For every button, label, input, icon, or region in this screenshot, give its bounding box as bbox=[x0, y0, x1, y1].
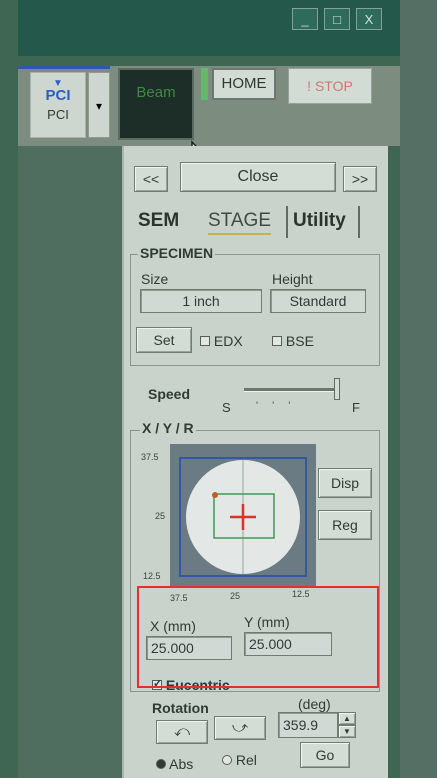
rel-option[interactable]: Rel bbox=[222, 752, 257, 768]
origin-marker bbox=[212, 492, 218, 498]
tab-utility[interactable]: Utility bbox=[293, 210, 346, 232]
edx-label: EDX bbox=[213, 333, 243, 349]
height-field[interactable]: Standard bbox=[270, 289, 366, 313]
rotation-field[interactable]: 359.9 bbox=[278, 712, 338, 738]
set-button[interactable]: Set bbox=[136, 327, 192, 353]
abs-radio[interactable] bbox=[156, 759, 166, 769]
xyr-title: X / Y / R bbox=[140, 420, 196, 436]
edx-checkbox[interactable] bbox=[200, 336, 210, 346]
disp-button[interactable]: Disp bbox=[318, 468, 372, 498]
pci-label: PCI bbox=[47, 107, 69, 122]
speed-slider-track[interactable] bbox=[244, 388, 336, 392]
size-label: Size bbox=[141, 271, 169, 287]
workspace-area bbox=[18, 146, 122, 778]
speed-fast-label: F bbox=[352, 400, 360, 415]
bse-checkbox[interactable] bbox=[272, 336, 282, 346]
chevron-up-icon: ▲ bbox=[343, 714, 351, 723]
rotate-ccw-icon: ⤺ bbox=[173, 723, 191, 740]
minimize-button[interactable]: _ bbox=[292, 8, 318, 30]
toolbar-accent-line bbox=[18, 66, 110, 69]
y-tick-label: 25 bbox=[155, 511, 166, 521]
desktop-edge bbox=[400, 0, 437, 778]
y-tick-label: 12.5 bbox=[143, 571, 161, 581]
rel-radio[interactable] bbox=[222, 755, 232, 765]
stop-button[interactable]: ! STOP bbox=[288, 68, 372, 104]
tab-divider bbox=[358, 206, 360, 238]
size-field[interactable]: 1 inch bbox=[140, 289, 262, 313]
abs-label: Abs bbox=[169, 756, 194, 772]
rotation-unit-label: (deg) bbox=[298, 696, 331, 712]
speed-label: Speed bbox=[148, 386, 191, 402]
tab-divider bbox=[286, 206, 288, 238]
speed-slider-thumb[interactable] bbox=[334, 378, 340, 400]
home-indicator bbox=[201, 68, 208, 100]
home-button[interactable]: HOME bbox=[212, 68, 276, 100]
speed-ticks: ''' bbox=[256, 400, 305, 412]
rotation-up-button[interactable]: ▲ bbox=[338, 712, 356, 725]
pci-icon: ▼ PCI bbox=[45, 78, 71, 104]
chevron-down-icon: ▼ bbox=[343, 727, 351, 736]
highlight-box bbox=[137, 586, 379, 688]
beam-button[interactable]: Beam bbox=[118, 68, 194, 140]
rel-label: Rel bbox=[235, 752, 257, 768]
tab-stage[interactable]: STAGE bbox=[208, 210, 271, 235]
tab-sem[interactable]: SEM bbox=[138, 210, 179, 232]
height-label: Height bbox=[272, 271, 313, 287]
pci-button[interactable]: ▼ PCI PCI bbox=[30, 72, 86, 138]
edx-option[interactable]: EDX bbox=[200, 333, 243, 349]
rotation-label: Rotation bbox=[152, 700, 209, 716]
chevron-down-icon: ▾ bbox=[95, 99, 103, 113]
y-tick-label: 37.5 bbox=[141, 452, 159, 462]
maximize-button[interactable]: □ bbox=[324, 8, 350, 30]
bse-option[interactable]: BSE bbox=[272, 333, 314, 349]
rotate-cw-button[interactable]: ⤻ bbox=[214, 716, 266, 740]
next-button[interactable]: >> bbox=[343, 166, 377, 192]
prev-button[interactable]: << bbox=[134, 166, 168, 192]
reg-button[interactable]: Reg bbox=[318, 510, 372, 540]
stage-position-map[interactable] bbox=[170, 444, 316, 586]
panel-close-button[interactable]: Close bbox=[180, 162, 336, 192]
close-window-button[interactable]: X bbox=[356, 8, 382, 30]
go-button[interactable]: Go bbox=[300, 742, 350, 768]
rotation-down-button[interactable]: ▼ bbox=[338, 725, 356, 738]
abs-option[interactable]: Abs bbox=[156, 756, 193, 772]
specimen-title: SPECIMEN bbox=[138, 245, 216, 261]
rotate-ccw-button[interactable]: ⤺ bbox=[156, 720, 208, 744]
rotate-cw-icon: ⤻ bbox=[231, 719, 249, 736]
bse-label: BSE bbox=[285, 333, 314, 349]
speed-slow-label: S bbox=[222, 400, 231, 415]
pci-dropdown-button[interactable]: ▾ bbox=[88, 72, 110, 138]
